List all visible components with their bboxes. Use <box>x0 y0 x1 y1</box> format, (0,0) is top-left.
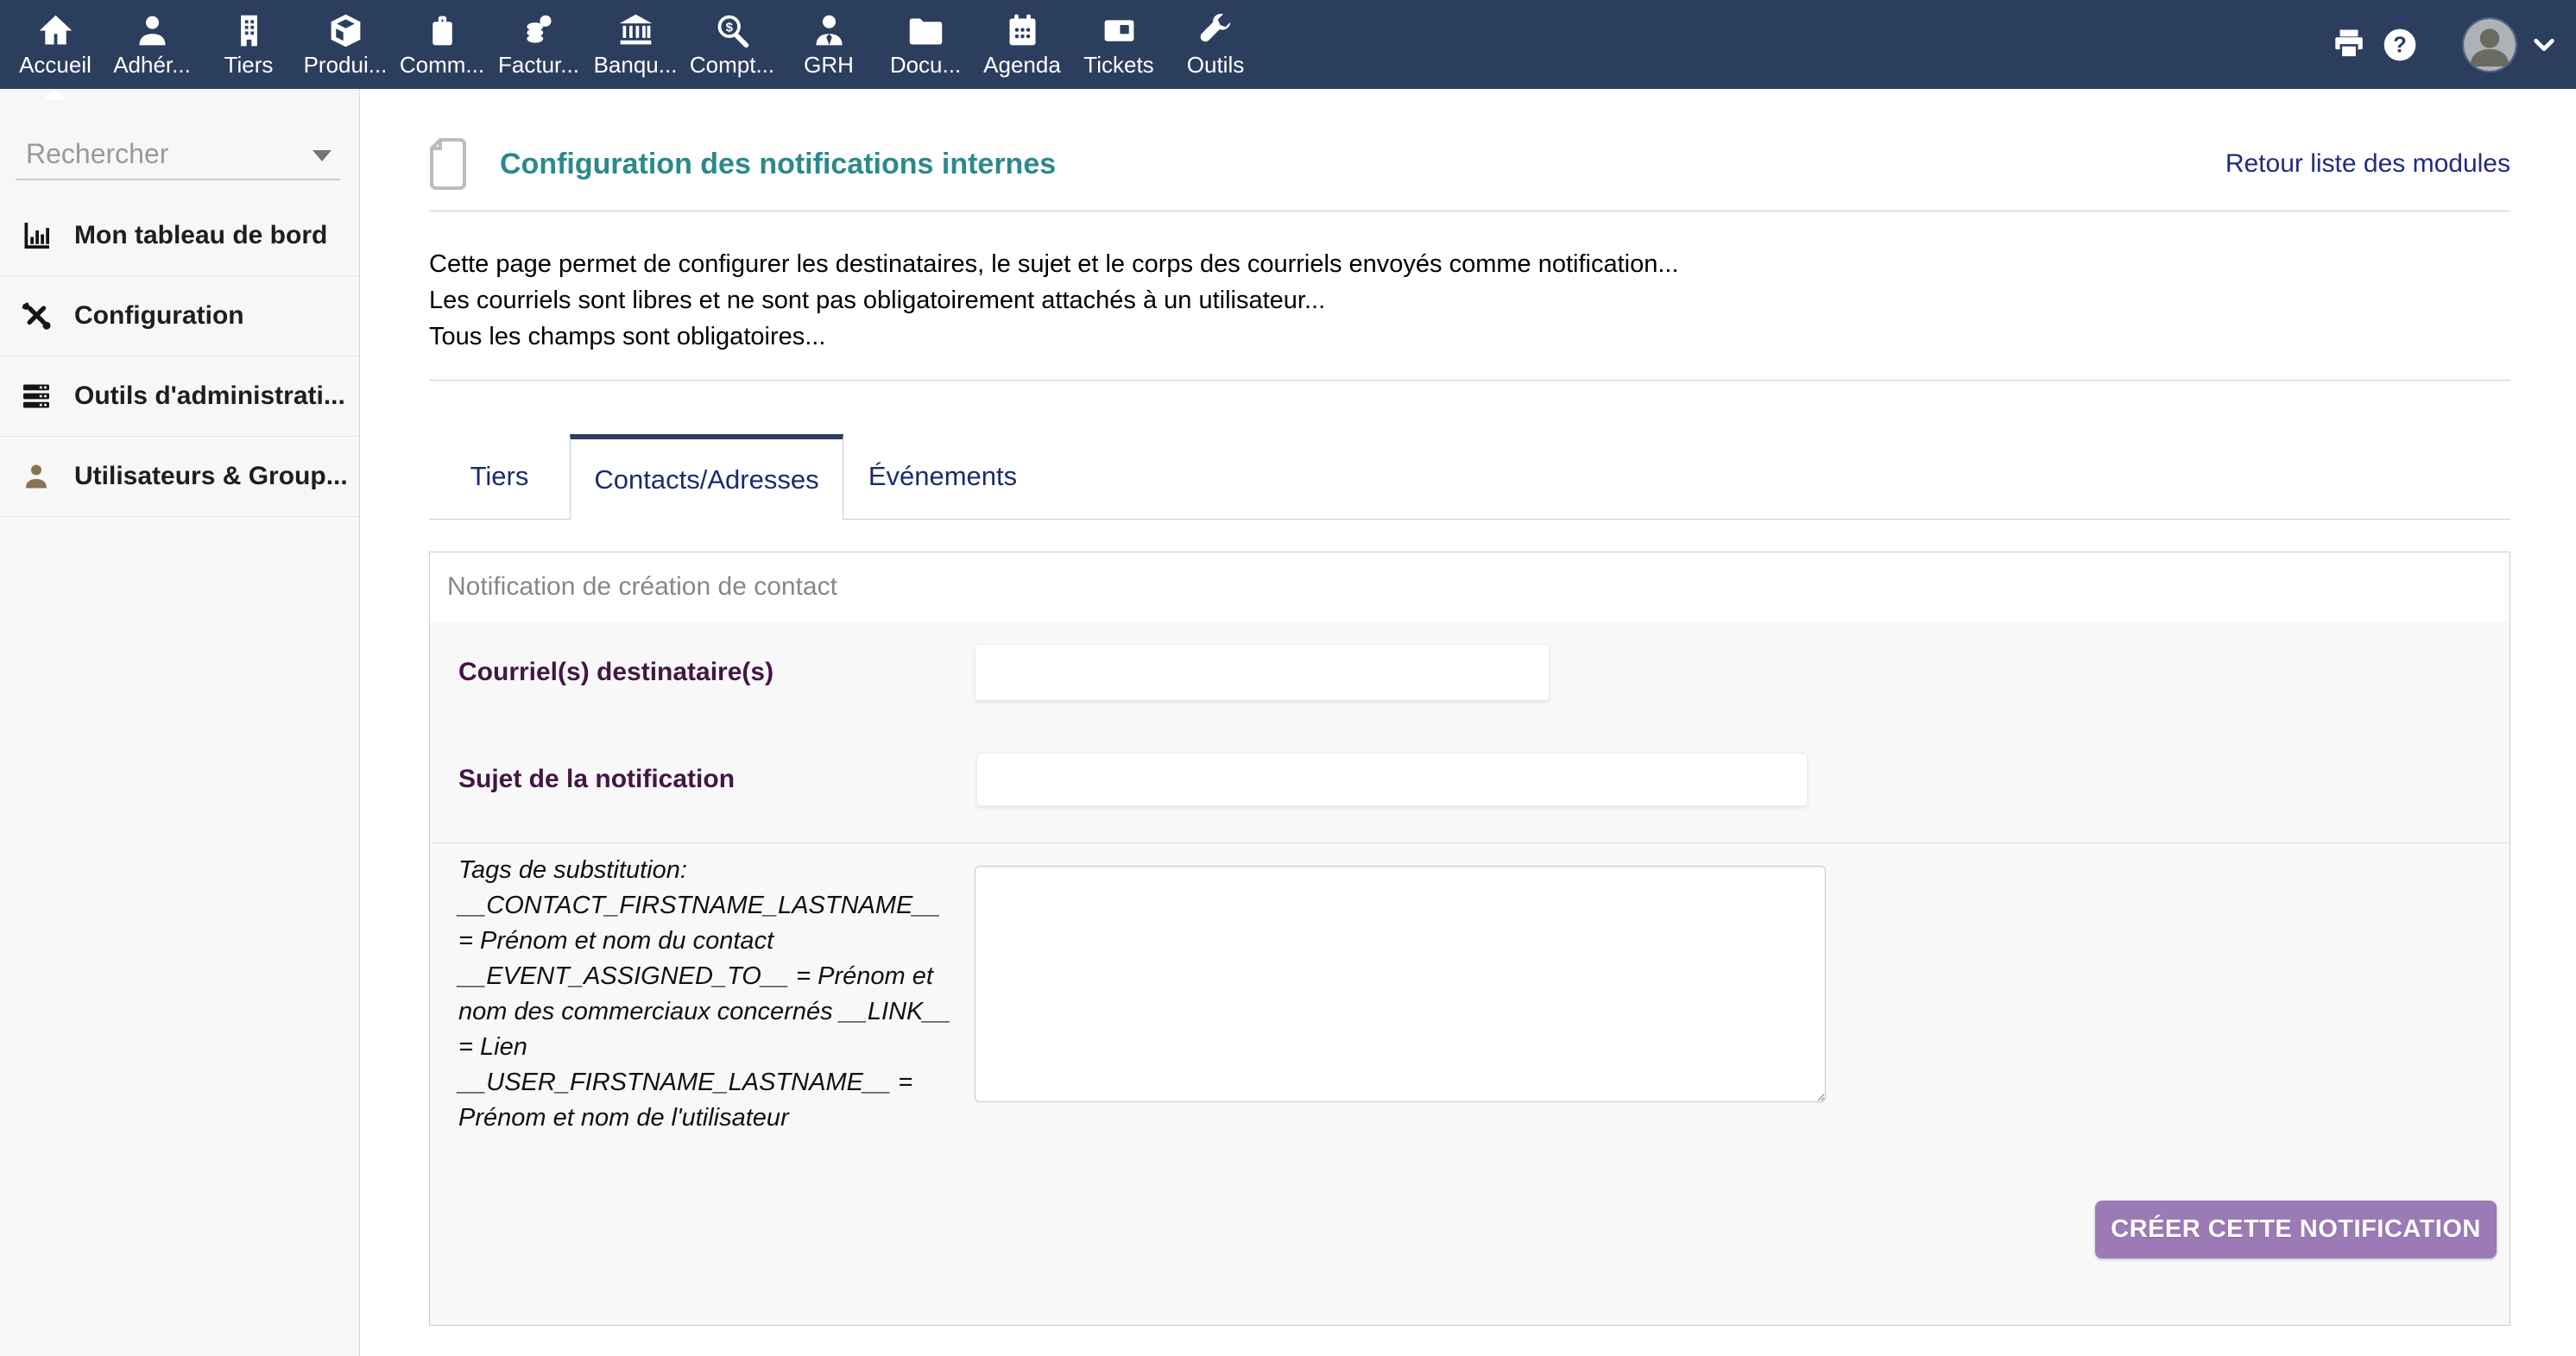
tag-name: __EVENT_ASSIGNED_TO__ <box>458 962 789 990</box>
menu-label: Compt... <box>690 52 774 79</box>
help-button[interactable]: ? <box>2381 26 2419 64</box>
sidebar-item-label: Outils d'administrati... <box>74 382 345 411</box>
tab-tiers[interactable]: Tiers <box>429 434 570 519</box>
menu-item-commerce[interactable]: Comm... <box>394 0 490 89</box>
tags-intro: Tags de substitution: <box>458 856 687 884</box>
accounting-icon: $ <box>713 9 752 51</box>
sidebar-item-dashboard[interactable]: Mon tableau de bord <box>0 196 359 276</box>
agenda-icon <box>1003 9 1042 51</box>
svg-text:$: $ <box>725 20 733 35</box>
menu-item-documents[interactable]: Docu... <box>877 0 974 89</box>
menu-label: Docu... <box>890 52 961 79</box>
tag-name: __USER_FIRSTNAME_LASTNAME__ <box>458 1069 891 1096</box>
tools-icon <box>1196 9 1235 51</box>
menu-item-produits[interactable]: Produi... <box>297 0 394 89</box>
tag-name: __LINK__ <box>840 998 951 1025</box>
menu-label: Accueil <box>19 52 92 79</box>
menu-item-adherents[interactable]: Adhér... <box>104 0 200 89</box>
search-input[interactable] <box>16 129 340 179</box>
divider <box>430 842 2510 843</box>
menu-item-grh[interactable]: GRH <box>780 0 877 89</box>
tab-contacts-adresses[interactable]: Contacts/Adresses <box>570 434 843 520</box>
menu-label: Tickets <box>1083 52 1153 79</box>
dashboard-chart-icon <box>17 220 55 251</box>
menu-item-agenda[interactable]: Agenda <box>974 0 1070 89</box>
recipients-label: Courriel(s) destinataire(s) <box>458 644 773 701</box>
home-icon <box>36 9 75 51</box>
tag-desc: = Lien <box>458 1033 527 1061</box>
sidebar: Mon tableau de bord Configuration Outils… <box>0 89 360 1356</box>
menu-label: Tiers <box>224 52 274 79</box>
panel-section-title: Notification de création de contact <box>430 552 2510 621</box>
sidebar-item-configuration[interactable]: Configuration <box>0 276 359 356</box>
menu-label: Outils <box>1187 52 1244 79</box>
menu-label: Adhér... <box>113 52 191 79</box>
recipients-input[interactable] <box>975 644 1550 701</box>
third-parties-icon <box>230 9 268 51</box>
topbar-actions: ? <box>2331 0 2557 89</box>
description-line: Cette page permet de configurer les dest… <box>429 246 2510 282</box>
products-icon <box>326 9 365 51</box>
description-line: Tous les champs sont obligatoires... <box>429 319 2510 355</box>
menu-item-accueil[interactable]: Accueil <box>7 0 104 89</box>
configuration-tools-icon <box>17 300 55 331</box>
substitution-tags-help: Tags de substitution: __CONTACT_FIRSTNAM… <box>458 853 959 1136</box>
billing-icon <box>520 9 559 51</box>
menu-label: Agenda <box>983 52 1061 79</box>
admin-server-icon <box>17 381 55 412</box>
subject-label: Sujet de la notification <box>458 753 735 806</box>
hr-icon <box>810 9 849 51</box>
back-to-modules-link[interactable]: Retour liste des modules <box>2226 149 2510 179</box>
tag-name: __CONTACT_FIRSTNAME_LASTNAME__ <box>458 892 941 919</box>
chevron-down-icon[interactable] <box>2531 32 2557 58</box>
menu-label: Banqu... <box>594 52 678 79</box>
tag-desc: = Prénom et nom du contact <box>458 927 773 955</box>
divider <box>429 380 2510 381</box>
print-button[interactable] <box>2331 27 2367 63</box>
tickets-icon <box>1100 9 1139 51</box>
sidebar-item-users-groups[interactable]: Utilisateurs & Group... <box>0 437 359 517</box>
menu-label: GRH <box>804 52 854 79</box>
menu-item-banque[interactable]: Banqu... <box>587 0 684 89</box>
user-avatar[interactable] <box>2462 17 2517 73</box>
menu-item-facturation[interactable]: Factur... <box>490 0 587 89</box>
subject-input[interactable] <box>976 753 1808 806</box>
message-body-textarea[interactable] <box>975 866 1826 1102</box>
menu-item-tiers[interactable]: Tiers <box>200 0 297 89</box>
tab-evenements[interactable]: Événements <box>843 434 1042 519</box>
menu-label: Produi... <box>304 52 388 79</box>
commerce-icon <box>423 9 462 51</box>
sidebar-search <box>16 129 340 180</box>
menu-item-comptabilite[interactable]: $ Compt... <box>684 0 780 89</box>
document-icon <box>429 137 467 191</box>
description-line: Les courriels sont libres et ne sont pas… <box>429 282 2510 319</box>
notification-panel: Notification de création de contact Cour… <box>429 552 2510 1326</box>
active-menu-indicator <box>43 89 67 100</box>
topbar: Accueil Adhér... Tiers Produi... <box>0 0 2576 89</box>
menu-item-outils[interactable]: Outils <box>1167 0 1264 89</box>
sidebar-item-label: Utilisateurs & Group... <box>74 462 348 491</box>
menu-label: Comm... <box>400 52 484 79</box>
users-groups-icon <box>17 461 55 492</box>
menu-item-tickets[interactable]: Tickets <box>1070 0 1167 89</box>
app-screen: Accueil Adhér... Tiers Produi... <box>0 0 2576 1356</box>
page-title: Configuration des notifications internes <box>500 148 1056 181</box>
create-notification-button[interactable]: CRÉER CETTE NOTIFICATION <box>2095 1201 2497 1258</box>
main-content: Configuration des notifications internes… <box>361 89 2576 1356</box>
notification-form: Courriel(s) destinataire(s) Sujet de la … <box>430 621 2510 1325</box>
page-description: Cette page permet de configurer les dest… <box>429 246 2510 355</box>
member-icon <box>133 9 172 51</box>
menu-label: Factur... <box>498 52 579 79</box>
sidebar-item-label: Configuration <box>74 301 244 331</box>
sidebar-menu: Mon tableau de bord Configuration Outils… <box>0 196 359 517</box>
documents-icon <box>906 9 945 51</box>
svg-text:?: ? <box>2393 33 2407 57</box>
sidebar-item-label: Mon tableau de bord <box>74 221 327 250</box>
main-menu: Accueil Adhér... Tiers Produi... <box>0 0 2576 89</box>
tab-bar: Tiers Contacts/Adresses Événements <box>429 434 2510 520</box>
page-head: Configuration des notifications internes… <box>429 136 2510 192</box>
sidebar-item-admin-tools[interactable]: Outils d'administrati... <box>0 356 359 437</box>
bank-icon <box>616 9 655 51</box>
